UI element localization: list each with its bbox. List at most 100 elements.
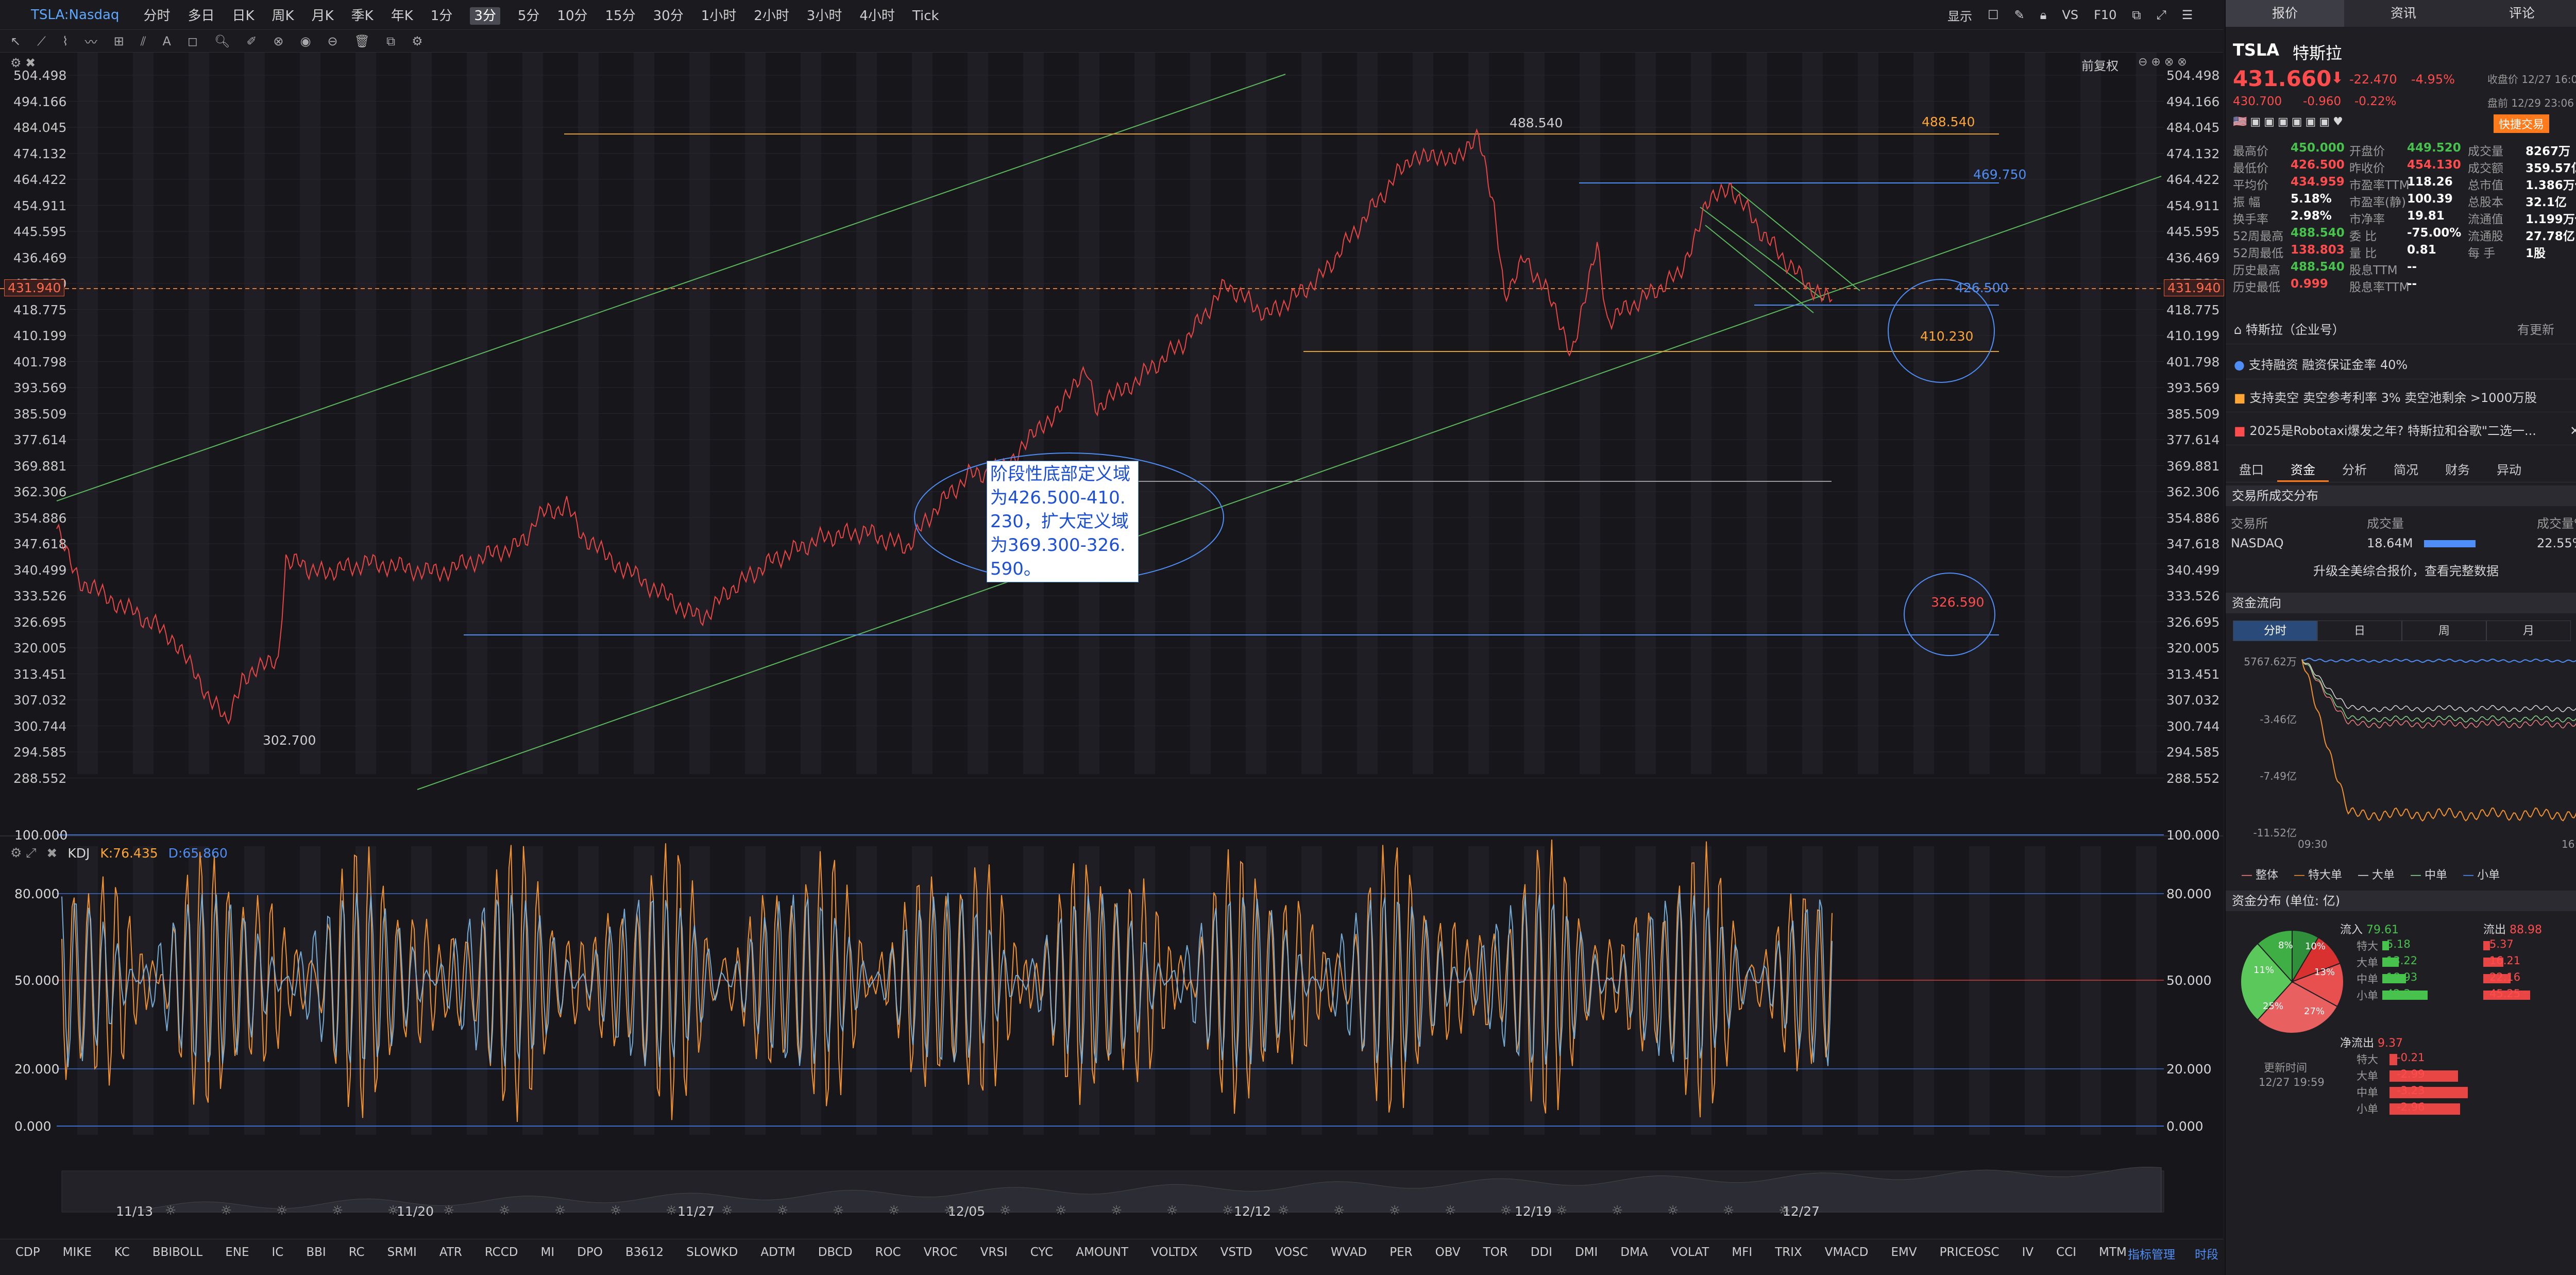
flow-tab-3[interactable]: 月 [2486,620,2571,641]
indicator-adtm[interactable]: ADTM [760,1246,795,1259]
channel-tool-icon[interactable]: ⫽ [141,34,146,48]
flow-tab-1[interactable]: 日 [2317,620,2402,641]
timeframe-10[interactable]: 10分 [557,8,587,24]
timeframe-13[interactable]: 1小时 [701,8,737,24]
timeframe-11[interactable]: 15分 [605,8,636,24]
flow-tab-2[interactable]: 周 [2402,620,2486,641]
indicator-trix[interactable]: TRIX [1775,1246,1802,1259]
lock-draw-icon[interactable]: ⊖ [327,34,337,48]
tab-news[interactable]: 资讯 [2344,0,2463,27]
pen-icon[interactable]: ✎ [2014,8,2025,22]
kdj-name[interactable]: KDJ [67,846,90,861]
indicator-mfi[interactable]: MFI [1732,1246,1752,1259]
subtab-4[interactable]: 财务 [2432,460,2483,480]
price-chart-svg[interactable] [0,53,2223,1238]
indicator-srmi[interactable]: SRMI [387,1246,417,1259]
indicator-tor[interactable]: TOR [1483,1246,1508,1259]
indicator-cdp[interactable]: CDP [15,1246,40,1259]
chart-window-icons[interactable]: ⊖ ⊕ ⊗ ⊗ [2138,56,2187,69]
text-tool-icon[interactable]: A [162,34,171,48]
indicator-mi[interactable]: MI [540,1246,554,1259]
indicator-roc[interactable]: ROC [875,1246,901,1259]
timeframe-4[interactable]: 月K [312,8,334,24]
indicator-bbi[interactable]: BBI [306,1246,326,1259]
close-icon[interactable]: ✕ [2570,416,2576,445]
timeframe-15[interactable]: 3小时 [807,8,842,24]
indicator-bbiboll[interactable]: BBIBOLL [152,1246,202,1259]
news-item-margin[interactable]: ● 支持融资 融资保证金率 40% [2226,350,2576,379]
indicator-iv[interactable]: IV [2022,1246,2034,1259]
quick-trade-button[interactable]: 快捷交易 [2494,114,2550,133]
indicator-dma[interactable]: DMA [1620,1246,1648,1259]
indicator-atr[interactable]: ATR [439,1246,462,1259]
subtab-3[interactable]: 简况 [2380,460,2432,480]
indicator-rc[interactable]: RC [349,1246,365,1259]
timeframe-1[interactable]: 多日 [188,8,214,24]
timeframe-7[interactable]: 1分 [431,8,453,24]
indicator-manage[interactable]: 指标管理 [2128,1245,2175,1262]
lock-icon[interactable]: 🔒︎ [2040,8,2047,22]
indicator-cyc[interactable]: CYC [1030,1246,1054,1259]
timeframe-2[interactable]: 日K [232,8,254,24]
symbol-label[interactable]: TSLA:Nasdaq [31,7,119,23]
f10-button[interactable]: F10 [2094,8,2116,22]
indicator-vroc[interactable]: VROC [924,1246,958,1259]
indicator-volat[interactable]: VOLAT [1671,1246,1709,1259]
indicator-obv[interactable]: OBV [1435,1246,1461,1259]
flow-tab-0[interactable]: 分时 [2233,620,2317,641]
indicator-mike[interactable]: MIKE [63,1246,92,1259]
wave-tool-icon[interactable]: 〰 [85,32,97,50]
tab-comments[interactable]: 评论 [2463,0,2576,27]
copy-icon[interactable]: ⧉ [386,34,395,48]
timeframe-3[interactable]: 周K [272,8,294,24]
note-box[interactable]: 阶段性底部定义域为426.500-410.230，扩大定义域为369.300-3… [987,461,1139,582]
zoom-tool-icon[interactable]: 🔍︎ [214,34,230,48]
timeframe-5[interactable]: 季K [351,8,374,24]
indicator-cci[interactable]: CCI [2056,1246,2076,1259]
timeframe-17[interactable]: Tick [912,8,939,24]
indicator-wvad[interactable]: WVAD [1331,1246,1367,1259]
cursor-icon[interactable]: ↖ [10,34,21,48]
indicator-vstd[interactable]: VSTD [1221,1246,1252,1259]
subtab-2[interactable]: 分析 [2329,460,2380,480]
vs-button[interactable]: VS [2062,8,2078,22]
company-row[interactable]: ⌂ 特斯拉（企业号） 有更新 [2226,315,2576,344]
brush-tool-icon[interactable]: ✐ [246,34,257,48]
indicator-dbcd[interactable]: DBCD [818,1246,853,1259]
chart-area[interactable]: 504.498 494.166 484.045 474.132 464.422 454.9… [0,53,2225,1248]
subtab-5[interactable]: 异动 [2483,460,2535,480]
tab-quote[interactable]: 报价 [2226,0,2344,27]
multi-line-icon[interactable]: ⌇ [62,34,69,48]
timeframe-0[interactable]: 分时 [143,8,170,24]
indicator-vmacd[interactable]: VMACD [1825,1246,1869,1259]
indicator-per[interactable]: PER [1389,1246,1412,1259]
expand-icon[interactable]: ⚙ ⤢ [10,845,36,861]
subtab-1[interactable]: 资金 [2277,460,2329,482]
popout-icon[interactable]: ⧉ [2132,8,2141,22]
news-item-short[interactable]: ■ 支持卖空 卖空参考利率 3% 卖空池剩余 >1000万股 [2226,383,2576,412]
magnet-icon[interactable]: ⊗ [273,34,283,48]
indicator-ene[interactable]: ENE [225,1246,249,1259]
timeframe-6[interactable]: 年K [391,8,413,24]
indicator-emv[interactable]: EMV [1891,1246,1917,1259]
indicator-dpo[interactable]: DPO [577,1246,603,1259]
shape-tool-icon[interactable]: ◻ [188,34,198,48]
adjust-mode[interactable]: 前复权 [2081,56,2119,74]
eye-icon[interactable]: ◉ [300,34,311,48]
trash-icon[interactable]: 🗑︎ [354,34,370,48]
line-tool-icon[interactable]: ⟋ [37,34,46,48]
menu-icon[interactable]: ☰ [2182,8,2193,22]
fullscreen-icon[interactable]: ⤢ [2157,8,2166,22]
indicator-vosc[interactable]: VOSC [1275,1246,1308,1259]
indicator-slowkd[interactable]: SLOWKD [686,1246,738,1259]
chart-settings-icon[interactable]: ⚙ ✖ [10,56,36,70]
indicator-ddi[interactable]: DDI [1531,1246,1552,1259]
indicator-voltdx[interactable]: VOLTDX [1151,1246,1198,1259]
indicator-amount[interactable]: AMOUNT [1076,1246,1128,1259]
close-icon[interactable]: ✖ [46,846,57,861]
indicator-b3612[interactable]: B3612 [625,1246,664,1259]
timeframe-12[interactable]: 30分 [653,8,684,24]
timeframe-9[interactable]: 5分 [518,8,540,24]
indicator-ic[interactable]: IC [272,1246,284,1259]
timeframe-8[interactable]: 3分 [470,7,500,25]
